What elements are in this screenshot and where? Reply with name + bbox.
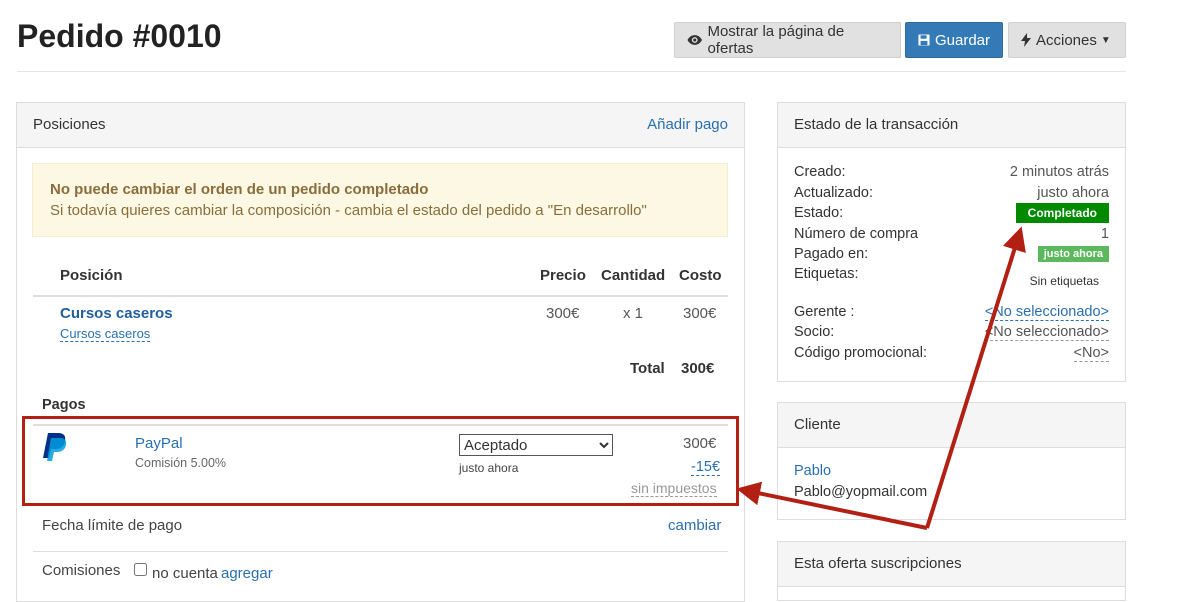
positions-panel-header: Posiciones Añadir pago xyxy=(17,103,744,148)
header-divider xyxy=(17,71,1126,72)
status-label: Estado: xyxy=(794,205,844,221)
col-price: Precio xyxy=(540,267,586,284)
eye-icon xyxy=(687,35,702,45)
item-quantity: x 1 xyxy=(623,305,644,322)
col-position: Posición xyxy=(60,267,123,284)
actions-dropdown-button[interactable]: Acciones ▼ xyxy=(1008,22,1126,58)
floppy-disk-icon xyxy=(918,34,930,46)
client-email: Pablo@yopmail.com xyxy=(794,484,928,500)
manager-label: Gerente : xyxy=(794,304,855,320)
partner-label: Socio: xyxy=(794,324,835,340)
total-label: Total xyxy=(630,360,665,377)
item-sub-link[interactable]: Cursos caseros xyxy=(60,326,151,342)
paid-label: Pagado en: xyxy=(794,246,869,262)
save-button[interactable]: Guardar xyxy=(905,22,1003,58)
actions-label: Acciones xyxy=(1036,31,1097,49)
transaction-panel-title: Estado de la transacción xyxy=(794,116,959,133)
deadline-divider xyxy=(33,551,728,552)
caret-down-icon: ▼ xyxy=(1100,34,1111,46)
subscriptions-panel: Esta oferta suscripciones xyxy=(777,541,1126,601)
partner-select-link[interactable]: <No seleccionado> xyxy=(984,324,1109,341)
col-cost: Costo xyxy=(679,267,722,284)
purchase-number-value: 1 xyxy=(1100,226,1109,242)
updated-value: justo ahora xyxy=(1037,185,1109,201)
item-name-link[interactable]: Cursos caseros xyxy=(60,305,173,322)
alert-text: Si todavía quieres cambiar la composició… xyxy=(50,202,647,219)
transaction-panel-header: Estado de la transacción xyxy=(778,103,1125,148)
lightning-icon xyxy=(1021,33,1031,47)
promo-label: Código promocional: xyxy=(794,345,927,361)
page-title: Pedido #0010 xyxy=(17,18,222,54)
created-label: Creado: xyxy=(794,164,846,180)
commissions-checkbox[interactable] xyxy=(134,563,147,576)
positions-panel-title: Posiciones xyxy=(33,116,106,133)
manager-select-link[interactable]: <No seleccionado> xyxy=(984,304,1109,321)
tags-label: Etiquetas: xyxy=(794,266,859,282)
purchase-number-label: Número de compra xyxy=(794,226,919,242)
client-name-link[interactable]: Pablo xyxy=(794,463,831,479)
commissions-label: Comisiones xyxy=(42,562,121,579)
created-value: 2 minutos atrás xyxy=(1009,164,1109,180)
completed-order-alert: No puede cambiar el orden de un pedido c… xyxy=(32,163,728,237)
add-payment-link[interactable]: Añadir pago xyxy=(647,116,728,133)
deadline-label: Fecha límite de pago xyxy=(42,517,183,534)
client-panel-header: Cliente xyxy=(778,403,1125,448)
col-quantity: Cantidad xyxy=(601,267,666,284)
client-panel: Cliente Pablo Pablo@yopmail.com xyxy=(777,402,1126,520)
deadline-change-link[interactable]: cambiar xyxy=(668,517,721,534)
promo-select-link[interactable]: <No> xyxy=(1073,345,1109,362)
table-header-divider xyxy=(33,295,728,297)
annotation-highlight-box xyxy=(22,416,739,506)
subscriptions-panel-header: Esta oferta suscripciones xyxy=(778,542,1125,587)
show-offers-label: Mostrar la página de ofertas xyxy=(707,23,845,57)
client-panel-title: Cliente xyxy=(794,416,841,433)
total-value: 300€ xyxy=(681,360,715,377)
item-cost: 300€ xyxy=(683,305,717,322)
updated-label: Actualizado: xyxy=(794,185,873,201)
transaction-panel: Estado de la transacción Creado: 2 minut… xyxy=(777,102,1126,382)
show-offers-button[interactable]: Mostrar la página de ofertas xyxy=(674,22,901,58)
payments-title: Pagos xyxy=(42,397,86,413)
tags-value: Sin etiquetas xyxy=(1029,274,1099,288)
save-label: Guardar xyxy=(934,31,990,49)
item-price: 300€ xyxy=(546,305,580,322)
status-badge: Completado xyxy=(1015,203,1109,223)
alert-title: No puede cambiar el orden de un pedido c… xyxy=(50,181,429,198)
commissions-add-link[interactable]: agregar xyxy=(221,565,273,582)
paid-badge: justo ahora xyxy=(1037,246,1109,262)
subscriptions-panel-title: Esta oferta suscripciones xyxy=(794,555,962,572)
commissions-checkbox-label: no cuenta xyxy=(152,565,218,582)
